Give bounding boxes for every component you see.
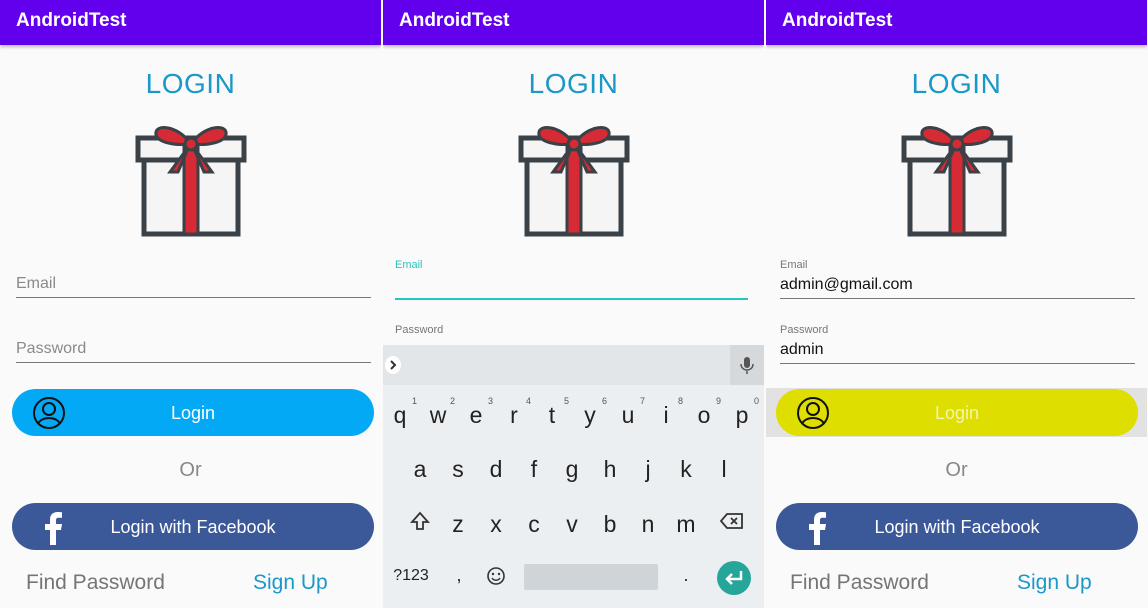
key-w[interactable]: w2 [419,396,457,429]
email-underline [395,298,748,300]
key-y[interactable]: y6 [571,396,609,429]
email-label: Email [395,259,423,271]
key-v[interactable]: v [553,511,591,538]
key-x[interactable]: x [477,511,515,538]
shift-icon [409,511,431,530]
soft-keyboard: q1w2e3r4t5y6u7i8o9p0 asdfghjkl zxcvbnm ?12… [383,345,764,608]
login-button-label: Login [170,403,216,423]
login-button[interactable]: Login [776,389,1138,436]
key-l[interactable]: l [705,456,743,483]
gift-icon [135,126,247,237]
app-title: AndroidTest [399,10,510,31]
password-label: Password [780,324,829,336]
facebook-login-button[interactable]: Login with Facebook [12,503,374,550]
key-h[interactable]: h [591,456,629,483]
emoji-key[interactable] [477,565,515,592]
app-title: AndroidTest [782,10,893,31]
login-heading: LOGIN [911,68,1002,99]
app-title: AndroidTest [16,10,127,31]
facebook-button-label: Login with Facebook [874,517,1040,537]
key-z[interactable]: z [439,511,477,538]
smiley-icon [487,567,505,585]
login-screen-empty: AndroidTest LOGIN Email Password Login O… [0,0,381,608]
email-hint: Email [16,275,57,292]
backspace-key[interactable] [713,510,751,537]
space-key[interactable] [524,564,658,590]
key-e[interactable]: e3 [457,396,495,429]
facebook-button-label: Login with Facebook [110,517,276,537]
or-divider-text: Or [945,459,968,481]
key-o[interactable]: o9 [685,396,723,429]
shift-key[interactable] [401,510,439,538]
find-password-link[interactable]: Find Password [790,571,929,595]
password-hint: Password [16,340,87,357]
key-k[interactable]: k [667,456,705,483]
key-f[interactable]: f [515,456,553,483]
key-u[interactable]: u7 [609,396,647,429]
chevron-right-icon[interactable] [385,356,401,374]
password-value: admin [780,341,824,358]
keyboard-suggestion-bar [383,345,764,385]
enter-key[interactable] [717,561,751,595]
key-p[interactable]: p0 [723,396,761,429]
password-field[interactable]: Password admin [780,320,1135,364]
key-b[interactable]: b [591,511,629,538]
screenshots-row: AndroidTest LOGIN Email Password Login O… [0,0,1148,608]
login-screen-keyboard: AndroidTest LOGIN Email Password q 1 w 2… [383,0,764,608]
find-password-link[interactable]: Find Password [26,571,165,595]
email-field[interactable]: Email [395,256,748,300]
key-r[interactable]: r4 [495,396,533,429]
app-bar: AndroidTest [0,0,381,45]
app-bar: AndroidTest [766,0,1147,45]
login-screen-filled: AndroidTest LOGIN Email admin@gmail.com … [766,0,1147,608]
key-q[interactable]: q1 [383,396,419,429]
key-c[interactable]: c [515,511,553,538]
key-d[interactable]: d [477,456,515,483]
symbols-key[interactable]: ?123 [391,567,431,585]
gift-icon [901,126,1013,237]
or-divider-text: Or [179,459,202,481]
microphone-icon[interactable] [730,345,764,385]
key-a[interactable]: a [401,456,439,483]
password-field[interactable]: Password [16,319,371,363]
key-m[interactable]: m [667,511,705,538]
enter-icon [725,571,743,585]
key-t[interactable]: t5 [533,396,571,429]
sign-up-link[interactable]: Sign Up [1017,571,1092,595]
login-heading: LOGIN [528,68,619,99]
key-i[interactable]: i8 [647,396,685,429]
email-value: admin@gmail.com [780,276,913,293]
email-underline [16,297,371,298]
comma-key[interactable]: , [440,565,478,586]
password-underline [780,363,1135,364]
app-bar: AndroidTest [383,0,764,45]
gift-icon [518,126,630,237]
email-field[interactable]: Email [16,254,371,298]
key-g[interactable]: g [553,456,591,483]
backspace-icon [719,513,743,529]
email-underline [780,298,1135,299]
email-field[interactable]: Email admin@gmail.com [780,255,1135,299]
password-label: Password [395,324,444,336]
key-j[interactable]: j [629,456,667,483]
period-key[interactable]: . [667,565,705,586]
facebook-login-button[interactable]: Login with Facebook [776,503,1138,550]
sign-up-link[interactable]: Sign Up [253,571,328,595]
key-s[interactable]: s [439,456,477,483]
email-label: Email [780,259,808,271]
login-button[interactable]: Login [12,389,374,436]
password-underline [16,362,371,363]
login-heading: LOGIN [145,68,236,99]
login-button-label: Login [934,403,980,423]
key-n[interactable]: n [629,511,667,538]
